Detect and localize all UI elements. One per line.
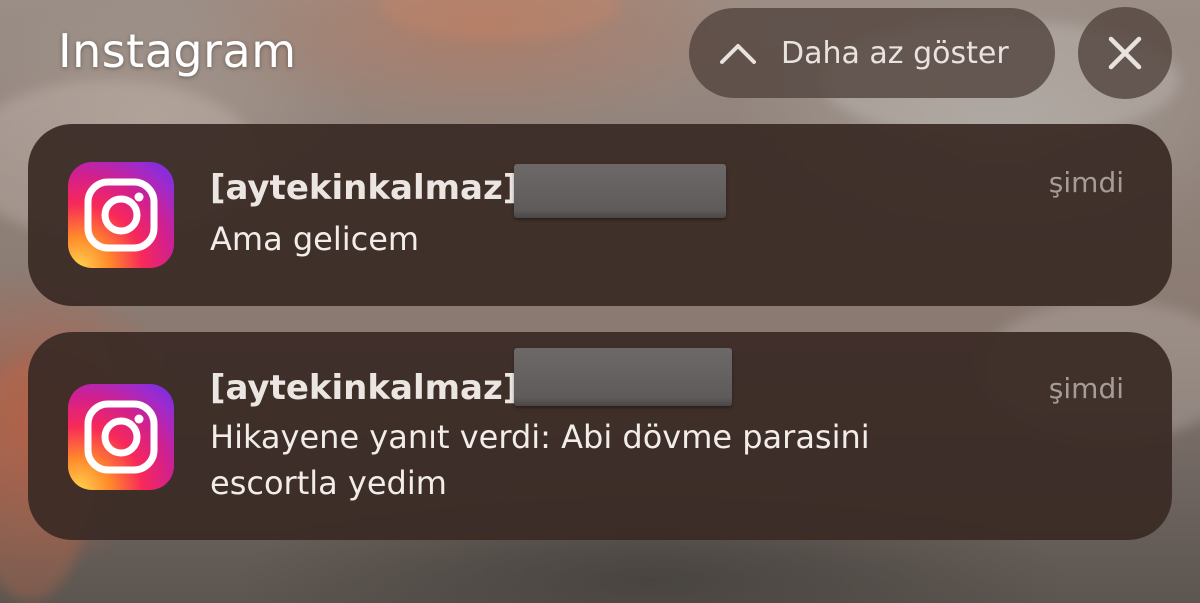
notification-time: şimdi	[1048, 372, 1124, 405]
notification-message: Ama gelicem	[210, 216, 970, 262]
redaction-box	[514, 348, 732, 406]
notification-time: şimdi	[1048, 166, 1124, 199]
wallpaper-rock	[380, 0, 620, 40]
redaction-box	[514, 164, 726, 218]
notification-card[interactable]: [aytekinkalmaz] şimdi Hikayene yanıt ver…	[28, 332, 1172, 540]
message-line: Hikayene yanıt verdi: Abi dövme parasini	[210, 418, 870, 456]
close-icon	[1108, 36, 1142, 70]
show-less-button[interactable]: Daha az göster	[689, 8, 1055, 98]
notification-group-title: Instagram	[58, 24, 297, 78]
notification-message: Hikayene yanıt verdi: Abi dövme parasini…	[210, 414, 970, 506]
message-line: escortla yedim	[210, 464, 447, 502]
instagram-icon	[68, 162, 174, 268]
lock-screen: Instagram Daha az göster [aytekinkalmaz]…	[0, 0, 1200, 603]
show-less-label: Daha az göster	[781, 35, 1009, 71]
clear-notifications-button[interactable]	[1078, 7, 1172, 99]
instagram-icon	[68, 384, 174, 490]
notification-card[interactable]: [aytekinkalmaz] şimdi Ama gelicem	[28, 124, 1172, 306]
notification-sender: [aytekinkalmaz]	[210, 368, 519, 408]
chevron-up-icon	[720, 44, 756, 64]
message-line: Ama gelicem	[210, 220, 420, 258]
notification-sender: [aytekinkalmaz]	[210, 168, 519, 208]
